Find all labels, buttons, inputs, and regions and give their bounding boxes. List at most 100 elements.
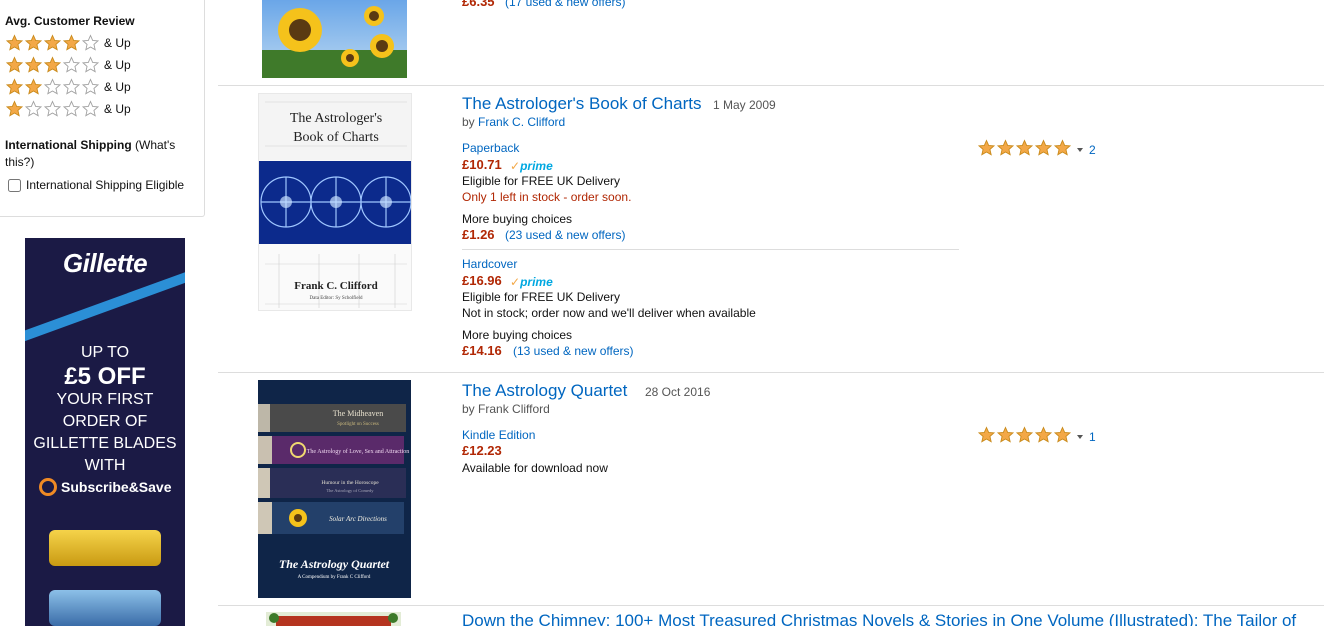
star-filled-icon bbox=[5, 100, 24, 117]
star-filled-icon bbox=[5, 78, 24, 95]
star-empty-icon bbox=[43, 100, 62, 117]
quartet-cover-title: The Astrology Quartet bbox=[279, 557, 390, 571]
customer-rating[interactable]: 2 bbox=[977, 139, 1096, 160]
prime-badge: ✓prime bbox=[510, 275, 553, 289]
result-divider bbox=[218, 85, 1324, 86]
subscribe-save-text: Subscribe&Save bbox=[61, 479, 172, 495]
stock-warning: Only 1 left in stock - order soon. bbox=[462, 190, 632, 204]
star-filled-icon bbox=[996, 426, 1015, 443]
and-up-label: & Up bbox=[104, 36, 131, 50]
and-up-label: & Up bbox=[104, 102, 131, 116]
prime-badge: ✓prime bbox=[510, 159, 553, 173]
christmas-book-cover[interactable] bbox=[266, 612, 401, 626]
format-paperback-link[interactable]: Paperback bbox=[462, 141, 519, 155]
ad-line-your-first: YOUR FIRST bbox=[56, 391, 154, 408]
star-filled-icon bbox=[43, 34, 62, 51]
review-filter-1-star[interactable]: & Up bbox=[5, 99, 131, 119]
star-filled-icon bbox=[1034, 426, 1053, 443]
star-filled-icon bbox=[1053, 426, 1072, 443]
and-up-label: & Up bbox=[104, 58, 131, 72]
paperback-price[interactable]: £10.71 bbox=[462, 157, 502, 172]
and-up-label: & Up bbox=[104, 80, 131, 94]
review-count-link[interactable]: 1 bbox=[1089, 430, 1096, 444]
more-choices-price[interactable]: £14.16 bbox=[462, 343, 502, 358]
hardcover-price[interactable]: £16.96 bbox=[462, 273, 502, 288]
star-filled-icon bbox=[1015, 426, 1034, 443]
ad-line-up-to: UP TO bbox=[80, 344, 130, 361]
customer-rating[interactable]: 1 bbox=[977, 426, 1096, 447]
prime-check-icon: ✓ bbox=[510, 275, 521, 289]
product-title-astrology-quartet[interactable]: The Astrology Quartet bbox=[462, 381, 627, 401]
star-filled-icon bbox=[1015, 139, 1034, 156]
chevron-down-icon[interactable] bbox=[1077, 147, 1083, 152]
sunflower-book-cover[interactable] bbox=[262, 0, 407, 78]
star-filled-icon bbox=[24, 78, 43, 95]
ad-line-order-of: ORDER OF bbox=[62, 413, 148, 430]
spine-4: Solar Arc Directions bbox=[329, 515, 387, 523]
partial-offers-link[interactable]: (17 used & new offers) bbox=[505, 0, 626, 9]
kindle-price[interactable]: £12.23 bbox=[462, 443, 502, 458]
used-new-offers-link[interactable]: (13 used & new offers) bbox=[513, 344, 634, 358]
review-filter-3-stars[interactable]: & Up bbox=[5, 55, 131, 75]
star-empty-icon bbox=[81, 78, 100, 95]
star-filled-icon bbox=[5, 56, 24, 73]
cover-title-line2: Book of Charts bbox=[293, 130, 379, 145]
star-filled-icon bbox=[5, 34, 24, 51]
review-count-link[interactable]: 2 bbox=[1089, 143, 1096, 157]
product-title-down-the-chimney[interactable]: Down the Chimney: 100+ Most Treasured Ch… bbox=[462, 611, 1296, 626]
stars-5-of-5 bbox=[977, 139, 1072, 160]
author-link[interactable]: Frank C. Clifford bbox=[478, 115, 565, 129]
star-filled-icon bbox=[62, 34, 81, 51]
format-hardcover-link[interactable]: Hardcover bbox=[462, 257, 517, 271]
star-filled-icon bbox=[977, 139, 996, 156]
star-filled-icon bbox=[996, 139, 1015, 156]
quartet-cover-sub: A Compendium by Frank C Clifford bbox=[298, 575, 371, 580]
star-filled-icon bbox=[43, 56, 62, 73]
intl-shipping-heading: International Shipping (What's this?) bbox=[5, 137, 195, 171]
cover-sub: Data Editor: Sy Scholfield bbox=[310, 296, 363, 301]
star-empty-icon bbox=[62, 56, 81, 73]
cover-title-line1: The Astrologer's bbox=[290, 111, 382, 126]
gillette-ad-banner[interactable]: Gillette UP TO £5 OFF YOUR FIRST ORDER O… bbox=[25, 238, 185, 626]
astrologers-book-cover[interactable]: The Astrologer's Book of Charts Frank C.… bbox=[258, 93, 412, 311]
spine-3: Humour in the Horoscope bbox=[321, 480, 379, 486]
star-empty-icon bbox=[81, 56, 100, 73]
astrology-quartet-cover[interactable]: The Midheaven Spotlight on Success The A… bbox=[258, 380, 411, 598]
product-title-astrologers-book[interactable]: The Astrologer's Book of Charts bbox=[462, 94, 701, 114]
result-divider bbox=[218, 605, 1324, 606]
prime-check-icon: ✓ bbox=[510, 159, 521, 173]
chevron-down-icon[interactable] bbox=[1077, 434, 1083, 439]
star-filled-icon bbox=[24, 34, 43, 51]
star-empty-icon bbox=[43, 78, 62, 95]
used-new-offers-link[interactable]: (23 used & new offers) bbox=[505, 228, 626, 242]
result-divider bbox=[218, 372, 1324, 373]
subscribe-icon bbox=[39, 478, 57, 496]
star-empty-icon bbox=[81, 100, 100, 117]
star-filled-icon bbox=[24, 56, 43, 73]
by-label: by bbox=[462, 402, 475, 416]
ad-line-with: WITH bbox=[84, 457, 126, 474]
delivery-info: Eligible for FREE UK Delivery bbox=[462, 174, 621, 188]
format-kindle-link[interactable]: Kindle Edition bbox=[462, 428, 535, 442]
intl-shipping-checkbox[interactable] bbox=[8, 178, 21, 192]
ad-line-5-off: £5 OFF bbox=[64, 363, 146, 390]
avg-review-heading: Avg. Customer Review bbox=[5, 14, 135, 28]
by-label: by bbox=[462, 115, 475, 129]
more-choices-price[interactable]: £1.26 bbox=[462, 227, 495, 242]
author-line: by Frank C. Clifford bbox=[462, 115, 565, 129]
review-filter-4-stars[interactable]: & Up bbox=[5, 33, 131, 53]
star-filled-icon bbox=[1053, 139, 1072, 156]
format-divider bbox=[462, 249, 959, 250]
intl-shipping-filter[interactable]: International Shipping Eligible bbox=[8, 178, 184, 192]
spine-2: The Astrology of Love, Sex and Attractio… bbox=[307, 448, 409, 455]
star-filled-icon bbox=[1034, 139, 1053, 156]
spine-3-sub: The Astrology of Comedy bbox=[326, 488, 374, 493]
star-empty-icon bbox=[62, 100, 81, 117]
review-filter-2-stars[interactable]: & Up bbox=[5, 77, 131, 97]
gillette-logo: Gillette bbox=[62, 248, 148, 278]
refinements-sidebar: Avg. Customer Review & Up & Up & Up & Up… bbox=[0, 0, 205, 217]
stock-status: Not in stock; order now and we'll delive… bbox=[462, 306, 756, 320]
stars-3-of-5 bbox=[5, 56, 100, 74]
more-buying-choices-label: More buying choices bbox=[462, 212, 573, 226]
publication-date: 1 May 2009 bbox=[713, 98, 776, 112]
